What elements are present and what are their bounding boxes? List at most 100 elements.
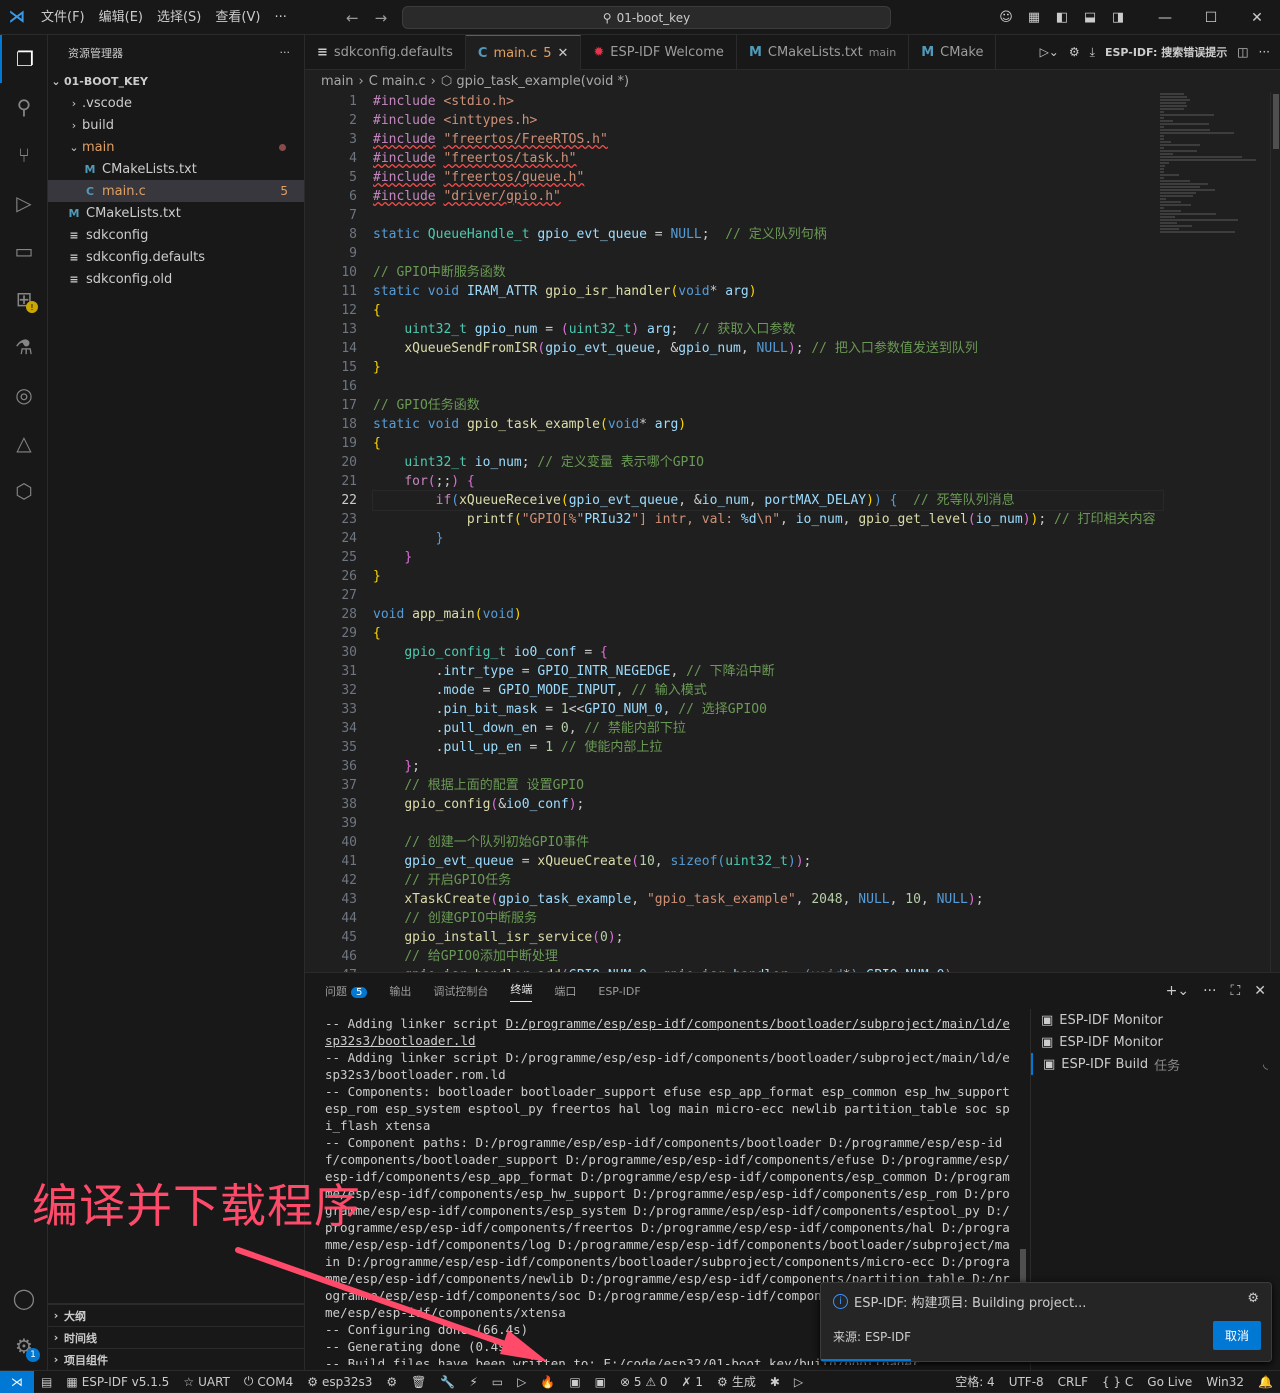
source-control-icon[interactable]: ⑂ [0, 131, 48, 179]
editor-tab[interactable]: ≡ sdkconfig.defaults [305, 35, 466, 70]
tree-item[interactable]: M CMakeLists.txt [48, 202, 304, 224]
extensions-icon[interactable]: ⊞! [0, 275, 48, 323]
scroll-thumb[interactable] [1273, 94, 1279, 149]
build-flash-monitor-icon[interactable]: 🔥 [533, 1375, 562, 1389]
code-line[interactable]: { [373, 624, 1163, 643]
editor-tab[interactable]: ✹ ESP-IDF Welcome [581, 35, 737, 70]
code-lines[interactable]: #include <stdio.h> #include <inttypes.h> #… [372, 92, 1164, 972]
terminal-instance[interactable]: ▣ ESP-IDF Monitor [1031, 1009, 1280, 1031]
monitor-icon[interactable]: ▭ [485, 1375, 510, 1389]
toggle-sidebar-icon[interactable]: ◧ [1048, 10, 1076, 25]
close-window-icon[interactable]: ✕ [1234, 10, 1280, 26]
status-tools[interactable]: ✗ 1 [675, 1375, 711, 1389]
tree-item[interactable]: › build [48, 114, 304, 136]
tree-item[interactable]: ≡ sdkconfig.defaults [48, 246, 304, 268]
testing-icon[interactable]: ⚗ [0, 323, 48, 371]
terminal-instance[interactable]: ▣ ESP-IDF Monitor [1031, 1031, 1280, 1053]
panel-tab[interactable]: 调试控制台 [433, 983, 488, 999]
editor-tab[interactable]: Cmain.c 5 ✕ [465, 35, 582, 70]
layout-icon[interactable]: ▦ [1020, 10, 1048, 25]
more-icon[interactable]: ··· [1203, 983, 1216, 999]
code-line[interactable]: .mode = GPIO_MODE_INPUT, // 输入模式 [373, 681, 1163, 700]
code-line[interactable]: gpio_install_isr_service(0); [373, 928, 1163, 947]
code-line[interactable]: // GPIO任务函数 [373, 396, 1163, 415]
code-line[interactable]: #include <inttypes.h> [373, 111, 1163, 130]
toggle-panel-icon[interactable]: ⬓ [1076, 10, 1104, 25]
bug-icon[interactable]: ✱ [763, 1375, 787, 1389]
code-editor[interactable]: 1 2 3 4 5 6 7 8 9 10 11 12 13 14 15 16 17 18 19 20 21 22 23 24 2… [305, 92, 1280, 972]
tree-item[interactable]: M CMakeLists.txt [48, 158, 304, 180]
tree-item[interactable]: Cmain.c 5 [48, 180, 304, 202]
debug-icon[interactable]: ▷ [510, 1375, 533, 1389]
panel-tab[interactable]: 问题 5 [325, 983, 368, 999]
bell-icon[interactable]: 🔔 [1251, 1375, 1280, 1389]
esp-idf-search-errors[interactable]: ESP-IDF: 搜索错误提示 [1105, 44, 1227, 60]
menu-item[interactable]: 编辑(E) [92, 0, 150, 35]
code-line[interactable]: .pin_bit_mask = 1<<GPIO_NUM_0, // 选择GPIO… [373, 700, 1163, 719]
toggle-secondary-sidebar-icon[interactable]: ◨ [1104, 10, 1132, 25]
tree-item[interactable]: ⌄ main [48, 136, 304, 158]
minimize-icon[interactable]: — [1142, 10, 1188, 26]
panel-tab[interactable]: 终端 [510, 981, 533, 1002]
full-clean-icon[interactable]: 🗑 [404, 1375, 433, 1389]
status-target[interactable]: ⚙ esp32s3 [300, 1375, 379, 1389]
build-icon[interactable]: 🔧 [433, 1375, 462, 1389]
sdk-config-icon[interactable]: ⚙ [379, 1375, 404, 1389]
minimap[interactable] [1160, 92, 1270, 972]
code-line[interactable]: #include "driver/gpio.h" [373, 187, 1163, 206]
maximize-icon[interactable]: ☐ [1188, 10, 1234, 26]
code-line[interactable]: gpio_config_t io0_conf = { [373, 643, 1163, 662]
code-line[interactable]: .intr_type = GPIO_INTR_NEGEDGE, // 下降沿中断 [373, 662, 1163, 681]
remote-explorer-icon[interactable]: ▭ [0, 227, 48, 275]
code-line[interactable]: .pull_up_en = 1 // 使能内部上拉 [373, 738, 1163, 757]
code-line[interactable]: static void IRAM_ATTR gpio_isr_handler(v… [373, 282, 1163, 301]
code-line[interactable]: #include "freertos/FreeRTOS.h" [373, 130, 1163, 149]
custom-task-icon[interactable]: ▣ [588, 1375, 613, 1389]
sidebar-section[interactable]: › 大纲 [48, 1304, 305, 1326]
status-problems[interactable]: ⊗ 5 ⚠ 0 [613, 1375, 675, 1389]
code-line[interactable]: { [373, 434, 1163, 453]
menu-item[interactable]: ··· [267, 0, 293, 35]
settings-gear-icon[interactable]: ⚙ 1 [0, 1322, 48, 1370]
download-icon[interactable]: ⤓ [1090, 45, 1095, 60]
code-line[interactable]: } [373, 548, 1163, 567]
breadcrumb-item[interactable]: C main.c [369, 74, 426, 89]
maximize-panel-icon[interactable]: ⛶ [1230, 983, 1240, 999]
launch-icon[interactable]: ▷ [787, 1375, 810, 1389]
code-line[interactable]: xQueueSendFromISR(gpio_evt_queue, &gpio_… [373, 339, 1163, 358]
terminal-instance[interactable]: ▣ ESP-IDF Build 任务 ◟ [1031, 1053, 1280, 1075]
code-line[interactable]: for(;;) { [373, 472, 1163, 491]
breadcrumb-item[interactable]: ⬡ gpio_task_example(void *) [441, 74, 629, 89]
forward-arrow-icon[interactable]: → [375, 9, 388, 27]
editor-scrollbar[interactable] [1270, 92, 1280, 972]
back-arrow-icon[interactable]: ← [346, 9, 359, 27]
code-line[interactable]: } [373, 358, 1163, 377]
status-flash-method[interactable]: ☆ UART [176, 1375, 237, 1389]
status-port[interactable]: ⏻ COM4 [237, 1374, 300, 1389]
tree-item[interactable]: ≡ sdkconfig.old [48, 268, 304, 290]
code-line[interactable]: gpio_evt_queue = xQueueCreate(10, sizeof… [373, 852, 1163, 871]
remote-indicator-icon[interactable]: ⋊ [0, 1370, 34, 1393]
code-line[interactable]: } [373, 529, 1163, 548]
code-line[interactable]: printf("GPIO[%"PRIu32"] intr, val: %d\n"… [373, 510, 1163, 529]
status-right-item[interactable]: Win32 [1199, 1373, 1251, 1390]
workspace-root[interactable]: ⌄ 01-BOOT_KEY [48, 70, 304, 92]
workspace-icon[interactable]: ▤ [34, 1375, 59, 1389]
code-line[interactable] [373, 244, 1163, 263]
menu-item[interactable]: 文件(F) [34, 0, 92, 35]
toast-gear-icon[interactable]: ⚙ [1247, 1291, 1259, 1306]
cancel-button[interactable]: 取消 [1212, 1321, 1261, 1350]
flash-icon[interactable]: ⚡ [462, 1375, 484, 1389]
code-line[interactable] [373, 206, 1163, 225]
code-line[interactable]: if(xQueueReceive(gpio_evt_queue, &io_num… [372, 490, 1164, 511]
breadcrumb-item[interactable]: main [321, 74, 353, 89]
code-line[interactable]: #include "freertos/task.h" [373, 149, 1163, 168]
accounts-icon[interactable]: ◯ [0, 1274, 48, 1322]
more-icon[interactable]: ··· [1259, 45, 1270, 59]
code-line[interactable]: void app_main(void) [373, 605, 1163, 624]
panel-tab[interactable]: 输出 [389, 983, 411, 999]
code-line[interactable] [373, 814, 1163, 833]
tree-item[interactable]: › .vscode [48, 92, 304, 114]
code-line[interactable]: gpio_config(&io0_conf); [373, 795, 1163, 814]
status-idf-version[interactable]: ▦ ESP-IDF v5.1.5 [59, 1375, 176, 1389]
